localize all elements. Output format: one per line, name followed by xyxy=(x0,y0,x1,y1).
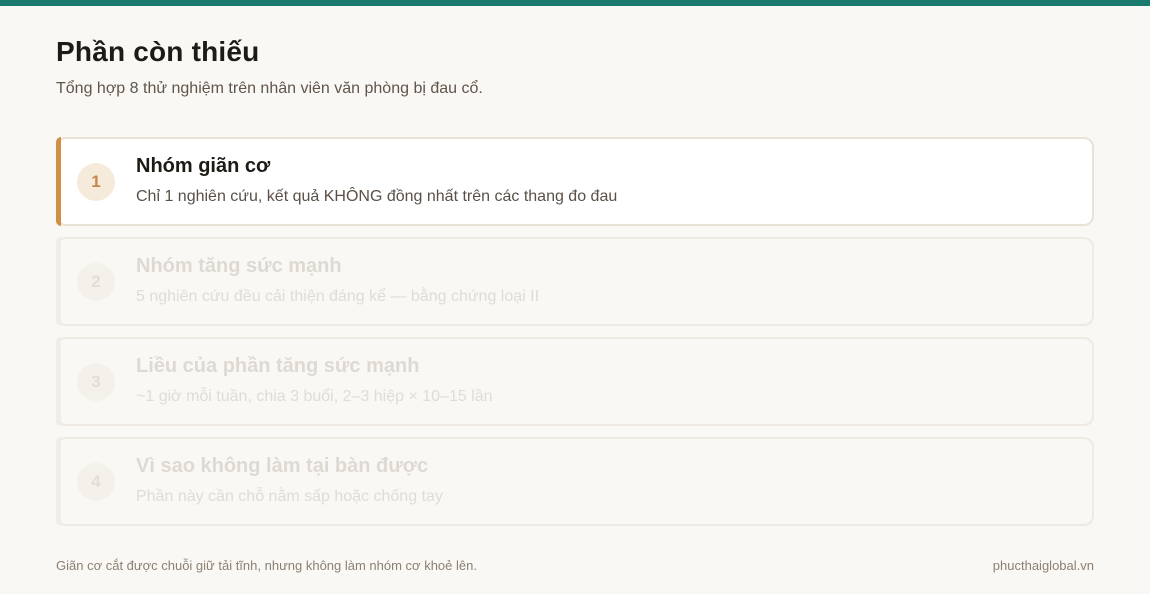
steps-list: 1 Nhóm giãn cơ Chỉ 1 nghiên cứu, kết quả… xyxy=(56,137,1094,537)
step-description: Phần này cần chỗ nằm sấp hoặc chống tay xyxy=(136,488,443,505)
step-card-3[interactable]: 3 Liều của phần tăng sức mạnh ~1 giờ mỗi… xyxy=(56,337,1094,426)
step-title: Vì sao không làm tại bàn được xyxy=(136,455,429,477)
page-subtitle: Tổng hợp 8 thử nghiệm trên nhân viên văn… xyxy=(56,80,483,97)
step-number-badge: 4 xyxy=(77,463,115,501)
step-title: Nhóm tăng sức mạnh xyxy=(136,255,342,277)
footer-site: phucthaiglobal.vn xyxy=(992,558,1094,573)
step-number-badge: 2 xyxy=(77,263,115,301)
page-title: Phần còn thiếu xyxy=(56,36,260,67)
step-description: 5 nghiên cứu đều cải thiện đáng kể — bằn… xyxy=(136,288,540,305)
footer-note: Giãn cơ cắt được chuỗi giữ tải tĩnh, như… xyxy=(56,558,477,573)
step-card-4[interactable]: 4 Vì sao không làm tại bàn được Phần này… xyxy=(56,437,1094,526)
step-description: ~1 giờ mỗi tuần, chia 3 buổi, 2–3 hiệp ×… xyxy=(136,388,493,405)
step-number-badge: 1 xyxy=(77,163,115,201)
step-title: Liều của phần tăng sức mạnh xyxy=(136,355,420,377)
step-card-2[interactable]: 2 Nhóm tăng sức mạnh 5 nghiên cứu đều cả… xyxy=(56,237,1094,326)
step-title: Nhóm giãn cơ xyxy=(136,155,271,177)
step-description: Chỉ 1 nghiên cứu, kết quả KHÔNG đồng nhấ… xyxy=(136,188,618,205)
step-card-1[interactable]: 1 Nhóm giãn cơ Chỉ 1 nghiên cứu, kết quả… xyxy=(56,137,1094,226)
step-number-badge: 3 xyxy=(77,363,115,401)
top-accent-bar xyxy=(0,0,1150,6)
